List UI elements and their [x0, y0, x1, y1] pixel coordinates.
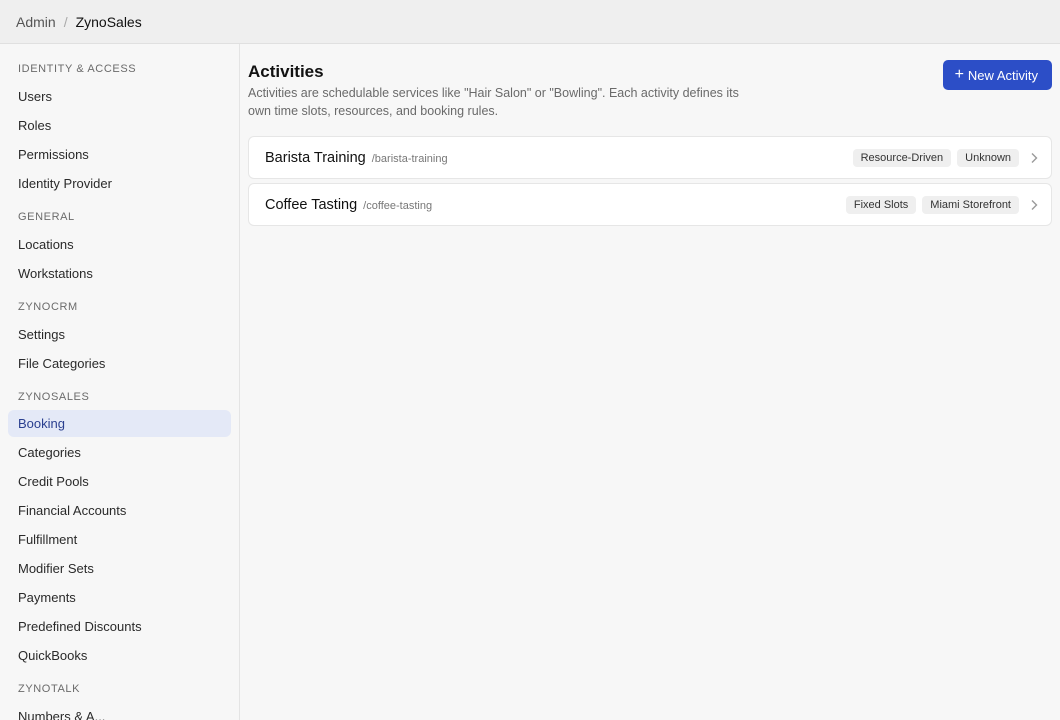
breadcrumb-admin[interactable]: Admin	[16, 14, 56, 30]
section-title-general: GENERAL	[18, 211, 75, 223]
activity-row[interactable]: Coffee Tasting /coffee-tasting Fixed Slo…	[248, 183, 1052, 226]
sidebar-item-categories[interactable]: Categories	[8, 439, 231, 466]
breadcrumb-separator: /	[63, 13, 68, 30]
sidebar-item-numbers[interactable]: Numbers & A...	[8, 703, 231, 720]
sidebar-item-predefined-discounts[interactable]: Predefined Discounts	[8, 613, 231, 640]
activity-tag: Miami Storefront	[922, 195, 1019, 214]
main-content: Activities Activities are schedulable se…	[240, 44, 1060, 720]
activity-list: Barista Training /barista-training Resou…	[248, 136, 1052, 230]
breadcrumb: Admin / ZynoSales	[0, 0, 1060, 44]
sidebar-item-fulfillment[interactable]: Fulfillment	[8, 526, 231, 553]
plus-icon: +	[954, 66, 964, 83]
new-activity-button[interactable]: + New Activity	[942, 60, 1052, 90]
sidebar: IDENTITY & ACCESS Users Roles Permission…	[0, 44, 240, 720]
sidebar-item-credit-pools[interactable]: Credit Pools	[8, 468, 231, 495]
activity-name: Coffee Tasting	[265, 196, 358, 213]
sidebar-item-modifier-sets[interactable]: Modifier Sets	[8, 555, 231, 582]
sidebar-item-booking[interactable]: Booking	[8, 410, 231, 437]
sidebar-item-identity-provider[interactable]: Identity Provider	[8, 170, 231, 197]
sidebar-item-settings[interactable]: Settings	[8, 321, 231, 348]
sidebar-item-roles[interactable]: Roles	[8, 112, 231, 139]
new-activity-label: New Activity	[967, 67, 1038, 83]
section-title-identity: IDENTITY & ACCESS	[18, 63, 137, 75]
activity-tag: Unknown	[957, 148, 1019, 167]
sidebar-item-users[interactable]: Users	[8, 83, 231, 110]
activity-row[interactable]: Barista Training /barista-training Resou…	[248, 136, 1052, 179]
sidebar-item-file-categories[interactable]: File Categories	[8, 350, 231, 377]
chevron-right-icon	[1031, 152, 1038, 163]
activity-tag: Fixed Slots	[845, 195, 917, 214]
section-title-zynotalk: ZYNOTALK	[18, 683, 81, 695]
section-title-zynosales: ZYNOSALES	[18, 391, 90, 403]
sidebar-item-quickbooks[interactable]: QuickBooks	[8, 642, 231, 669]
section-title-zynocrm: ZYNOCRM	[18, 301, 78, 313]
sidebar-item-workstations[interactable]: Workstations	[8, 260, 231, 287]
sidebar-item-locations[interactable]: Locations	[8, 231, 231, 258]
activity-slug: /barista-training	[371, 153, 448, 165]
sidebar-item-permissions[interactable]: Permissions	[8, 141, 231, 168]
activity-tag: Resource-Driven	[852, 148, 952, 167]
breadcrumb-current: ZynoSales	[75, 13, 142, 30]
sidebar-item-financial-accounts[interactable]: Financial Accounts	[8, 497, 231, 524]
activity-slug: /coffee-tasting	[363, 200, 433, 212]
sidebar-item-payments[interactable]: Payments	[8, 584, 231, 611]
page-title: Activities	[248, 62, 324, 81]
activity-name: Barista Training	[265, 149, 366, 166]
chevron-right-icon	[1031, 199, 1038, 210]
page-description: Activities are schedulable services like…	[248, 86, 739, 118]
